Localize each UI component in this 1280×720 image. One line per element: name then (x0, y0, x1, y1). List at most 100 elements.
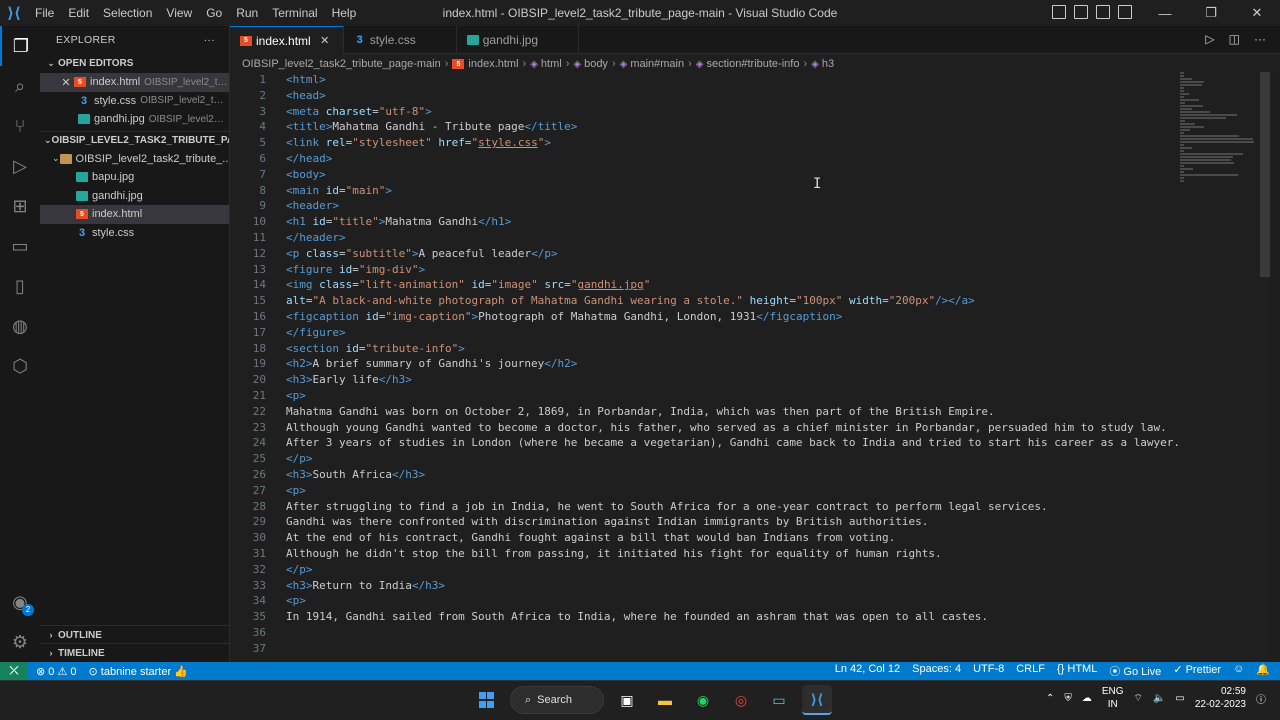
go-live-button[interactable]: ⦿ Go Live (1109, 663, 1161, 679)
menu-edit[interactable]: Edit (61, 0, 96, 26)
outline-header[interactable]: › OUTLINE (40, 625, 230, 644)
code-line[interactable]: <h1 id="title">Mahatma Gandhi</h1> (286, 214, 1190, 230)
code-line[interactable]: Mahatma Gandhi was born on October 2, 18… (286, 404, 1190, 420)
feedback-icon[interactable]: ☺ (1233, 663, 1244, 679)
code-line[interactable] (286, 641, 1190, 657)
code-line[interactable]: </p> (286, 451, 1190, 467)
menu-terminal[interactable]: Terminal (265, 0, 324, 26)
file-bapu-jpg[interactable]: bapu.jpg (40, 168, 229, 187)
notebook-icon[interactable]: ▯ (0, 266, 40, 306)
code-line[interactable]: <h3>Early life</h3> (286, 372, 1190, 388)
cloud-icon[interactable]: ☁ (1082, 693, 1092, 704)
code-line[interactable]: <h3>South Africa</h3> (286, 467, 1190, 483)
code-content[interactable]: <html> <head> <meta charset="utf-8"> <title… (286, 72, 1190, 656)
more-actions-icon[interactable]: ··· (1254, 32, 1266, 46)
code-line[interactable]: Gandhi was there confronted with discrim… (286, 514, 1190, 530)
explorer-icon[interactable]: ❐ (0, 26, 40, 66)
code-line[interactable]: <title>Mahatma Gandhi - Tribute page</ti… (286, 119, 1190, 135)
code-line[interactable]: <section id="tribute-info"> (286, 341, 1190, 357)
code-line[interactable]: <h2>A brief summary of Gandhi's journey<… (286, 356, 1190, 372)
remote-desktop-icon[interactable]: ▭ (764, 685, 794, 715)
language-mode[interactable]: {} HTML (1057, 663, 1097, 679)
line-ending[interactable]: CRLF (1016, 663, 1045, 679)
breadcrumb-body[interactable]: body (584, 58, 608, 70)
taskbar-search[interactable]: ⌕ Search (510, 686, 604, 714)
task-view-icon[interactable]: ▣ (612, 685, 642, 715)
customize-layout-icon[interactable] (1118, 5, 1132, 19)
code-line[interactable]: Although he didn't stop the bill from pa… (286, 546, 1190, 562)
breadcrumb-folder[interactable]: OIBSIP_level2_task2_tribute_page-main (242, 58, 441, 70)
encoding[interactable]: UTF-8 (973, 663, 1004, 679)
close-icon[interactable]: ✕ (317, 34, 333, 47)
wifi-icon[interactable]: ⌔ (1134, 692, 1143, 705)
code-line[interactable]: <figure id="img-div"> (286, 262, 1190, 278)
file-style-css[interactable]: 3 style.css (40, 224, 229, 243)
code-line[interactable]: <head> (286, 88, 1190, 104)
chevron-up-icon[interactable]: ⌃ (1046, 693, 1054, 704)
indentation[interactable]: Spaces: 4 (912, 663, 961, 679)
menu-selection[interactable]: Selection (96, 0, 159, 26)
close-icon[interactable]: ✕ (58, 76, 74, 89)
code-line[interactable]: <p> (286, 483, 1190, 499)
menu-help[interactable]: Help (325, 0, 364, 26)
menu-run[interactable]: Run (229, 0, 265, 26)
defender-icon[interactable]: ⛨ (1064, 693, 1072, 704)
code-line[interactable]: <header> (286, 198, 1190, 214)
chrome-icon[interactable]: ◎ (726, 685, 756, 715)
code-line[interactable]: <p> (286, 388, 1190, 404)
remote-explorer-icon[interactable]: ▭ (0, 226, 40, 266)
hexagon-icon[interactable]: ⬡ (0, 346, 40, 386)
file-index-html[interactable]: 5 index.html (40, 205, 229, 224)
code-line[interactable]: </head> (286, 151, 1190, 167)
open-editor-index-html[interactable]: ✕ 5 index.html OIBSIP_level2_ta... (40, 73, 229, 92)
code-line[interactable]: </figure> (286, 325, 1190, 341)
code-line[interactable]: <html> (286, 72, 1190, 88)
volume-icon[interactable]: 🔈 (1153, 693, 1165, 704)
file-gandhi-jpg[interactable]: gandhi.jpg (40, 187, 229, 206)
globe-icon[interactable]: ◍ (0, 306, 40, 346)
start-button[interactable] (472, 685, 502, 715)
code-line[interactable]: After 3 years of studies in London (wher… (286, 435, 1190, 451)
whatsapp-icon[interactable]: ◉ (688, 685, 718, 715)
run-icon[interactable]: ▷ (1205, 32, 1214, 46)
source-control-icon[interactable]: ⑂ (0, 106, 40, 146)
open-editor-style-css[interactable]: 3 style.css OIBSIP_level2_task2... (40, 92, 229, 111)
input-language[interactable]: ENG IN (1102, 685, 1124, 711)
code-line[interactable]: <img class="lift-animation" id="image" s… (286, 277, 1190, 293)
code-line[interactable]: <meta charset="utf-8"> (286, 104, 1190, 120)
settings-gear-icon[interactable]: ⚙ (0, 622, 40, 662)
folder-tribute-page[interactable]: ⌄ OIBSIP_level2_task2_tribute_... (40, 150, 229, 169)
code-line[interactable]: <h3>Return to India</h3> (286, 578, 1190, 594)
minimize-button[interactable]: — (1142, 0, 1188, 26)
timeline-header[interactable]: › TIMELINE (40, 643, 230, 662)
code-line[interactable]: After struggling to find a job in India,… (286, 499, 1190, 515)
clock[interactable]: 02:59 22-02-2023 (1195, 685, 1246, 711)
tab-index-html[interactable]: 5 index.html ✕ (230, 26, 344, 54)
open-editor-gandhi-jpg[interactable]: gandhi.jpg OIBSIP_level2_ta... (40, 110, 229, 129)
code-line[interactable]: <figcaption id="img-caption">Photograph … (286, 309, 1190, 325)
breadcrumb-section[interactable]: section#tribute-info (707, 58, 800, 70)
workspace-header[interactable]: ⌄ OIBSIP_LEVEL2_TASK2_TRIBUTE_PAGE... (40, 130, 229, 150)
notifications-bell-icon[interactable]: 🔔 (1256, 663, 1270, 679)
battery-icon[interactable]: ▭ (1175, 693, 1184, 704)
breadcrumb-html[interactable]: html (541, 58, 562, 70)
remote-indicator-icon[interactable]: ⤫ (0, 662, 28, 680)
code-line[interactable]: <main id="main"> (286, 183, 1190, 199)
notification-center-icon[interactable]: ⓘ (1256, 691, 1266, 706)
breadcrumb-h3[interactable]: h3 (822, 58, 834, 70)
explorer-more-actions[interactable]: ··· (204, 34, 215, 46)
cursor-position[interactable]: Ln 42, Col 12 (835, 663, 900, 679)
vscode-taskbar-icon[interactable]: ⟩⟨ (802, 685, 832, 715)
toggle-secondary-sidebar-icon[interactable] (1096, 5, 1110, 19)
extensions-icon[interactable]: ⊞ (0, 186, 40, 226)
menu-view[interactable]: View (159, 0, 199, 26)
code-line[interactable]: <p> (286, 593, 1190, 609)
code-line[interactable]: <link rel="stylesheet" href="style.css"> (286, 135, 1190, 151)
code-line[interactable]: Although young Gandhi wanted to become a… (286, 420, 1190, 436)
minimap[interactable] (1180, 72, 1258, 182)
code-line[interactable]: <body> (286, 167, 1190, 183)
breadcrumb-file[interactable]: index.html (468, 58, 518, 70)
problems-status[interactable]: ⊗ 0 ⚠ 0 (36, 665, 77, 678)
code-line[interactable]: </p> (286, 562, 1190, 578)
tabnine-status[interactable]: ⊙ tabnine starter 👍 (89, 665, 188, 678)
